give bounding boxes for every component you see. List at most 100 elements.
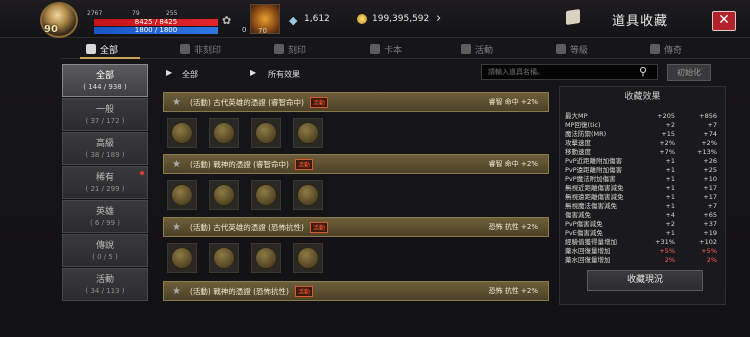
coin-item-icon: [213, 247, 235, 269]
effect-row: 無視魔法傷害減免 +1 +7: [565, 202, 725, 211]
book-icon: [566, 9, 580, 25]
star-icon[interactable]: ★: [172, 222, 184, 233]
effect-name: PvE傷害減免: [565, 229, 603, 237]
item-slot[interactable]: [293, 118, 323, 148]
hp-bar: 8425 / 8425: [94, 19, 218, 26]
effect-row: PvP傷害減免 +2 +37: [565, 220, 725, 229]
effect-name: 最大MP: [565, 112, 588, 120]
tab-underline: [80, 57, 140, 59]
search-icon[interactable]: ⚲: [639, 65, 647, 78]
potion-count: 0: [242, 26, 247, 34]
tab-event[interactable]: 活動: [461, 41, 493, 57]
effect-value-current: +1: [665, 229, 675, 237]
item-slot[interactable]: [251, 118, 281, 148]
collection-status-button[interactable]: 收藏現況: [587, 270, 703, 291]
category-hero[interactable]: 英雄( 6 / 99 ): [62, 200, 148, 233]
effect-row: 無視近距離傷害減免 +1 +17: [565, 184, 725, 193]
item-slot[interactable]: [293, 243, 323, 273]
effect-value-current: +5%: [659, 247, 675, 255]
effect-value-current: +15: [661, 130, 675, 138]
filter-type-dropdown[interactable]: 全部: [182, 69, 198, 80]
level-icon: [556, 44, 566, 54]
effect-row: 無視遠距離傷害減免 +1 +17: [565, 193, 725, 202]
effect-value-current: +1: [665, 193, 675, 201]
item-slots: [167, 175, 323, 215]
tab-level[interactable]: 等級: [556, 41, 588, 57]
coin-item-icon: [297, 247, 319, 269]
effect-value-current: +205: [657, 112, 675, 120]
item-slot[interactable]: [209, 243, 239, 273]
effect-row: 經驗值獲得量增加 +31% +102: [565, 238, 725, 247]
collection-icon: [86, 44, 96, 54]
collection-group-header[interactable]: ★ (活動) 戰神的憑證 (睿智命中) 活動 睿智 命中 +2%: [163, 154, 549, 174]
gear-icon[interactable]: ✿: [222, 14, 231, 27]
tab-legend[interactable]: 傳奇: [650, 41, 682, 57]
effect-name: 無視近距離傷害減免: [565, 184, 624, 192]
coin-item-icon: [171, 184, 193, 206]
tab-non-engraved[interactable]: 非刻印: [180, 41, 221, 57]
effect-value-current: +31%: [655, 238, 675, 246]
filter-effect-dropdown[interactable]: 所有效果: [268, 69, 300, 80]
star-icon[interactable]: ★: [172, 97, 184, 108]
collection-group-header[interactable]: ★ (活動) 戰神的憑證 (恐怖抗性) 活動 恐怖 抗性 +2%: [163, 281, 549, 301]
effect-row: PvP魔法附加傷害 +1 +10: [565, 175, 725, 184]
category-rare[interactable]: 稀有( 21 / 299 ): [62, 166, 148, 199]
stat-3: 255: [166, 10, 178, 17]
effect-name: PvP近距離附加傷害: [565, 157, 623, 165]
effect-name: MP回復(tic): [565, 121, 601, 129]
effect-name: 攻擊速度: [565, 139, 591, 147]
player-level: 90: [44, 24, 58, 35]
item-slot[interactable]: [167, 243, 197, 273]
item-slot[interactable]: [293, 180, 323, 210]
collection-list[interactable]: ★ (活動) 古代英雄的憑證 (睿智命中) 活動 睿智 命中 +2% ★ (活動) 戰神…: [163, 88, 558, 337]
star-icon[interactable]: ★: [172, 286, 184, 297]
item-slot[interactable]: [209, 180, 239, 210]
item-slot[interactable]: [209, 118, 239, 148]
item-slots: [167, 238, 323, 278]
collection-group-header[interactable]: ★ (活動) 古代英雄的憑證 (睿智命中) 活動 睿智 命中 +2%: [163, 92, 549, 112]
tab-engraved[interactable]: 刻印: [274, 41, 306, 57]
effect-value-max: +7: [707, 202, 717, 210]
category-legendary[interactable]: 傳說( 0 / 5 ): [62, 234, 148, 267]
item-slot[interactable]: [167, 118, 197, 148]
effect-row: 移動速度 +7% +13%: [565, 148, 725, 157]
shield-icon: [274, 44, 284, 54]
chevron-right-icon[interactable]: ›: [436, 11, 441, 26]
category-normal[interactable]: 一般( 37 / 172 ): [62, 98, 148, 131]
category-event[interactable]: 活動( 34 / 113 ): [62, 268, 148, 301]
category-all[interactable]: 全部( 144 / 938 ): [62, 64, 148, 97]
app-window: 90 2767 79 255 8425 / 8425 1800 / 1800 ✿…: [0, 0, 750, 337]
notification-dot: [140, 171, 144, 175]
coin-item-icon: [213, 184, 235, 206]
mp-bar: 1800 / 1800: [94, 27, 218, 34]
close-button[interactable]: ✕: [712, 11, 736, 31]
effect-value-current: +2%: [659, 139, 675, 147]
item-slots: [167, 113, 323, 153]
effect-value-max: +26: [703, 157, 717, 165]
category-advanced[interactable]: 高級( 38 / 189 ): [62, 132, 148, 165]
search-input[interactable]: [481, 64, 658, 80]
item-slot[interactable]: [167, 180, 197, 210]
effect-value-max: +10: [703, 175, 717, 183]
tab-bar: [60, 39, 750, 59]
diamond-amount: 1,612: [304, 14, 330, 24]
effect-value-max: +5%: [701, 247, 717, 255]
tab-card[interactable]: 卡本: [370, 41, 402, 57]
effect-value-current: +7%: [659, 148, 675, 156]
star-icon[interactable]: ★: [172, 159, 184, 170]
effect-value-max: +856: [699, 112, 717, 120]
reset-button[interactable]: 初始化: [667, 64, 711, 81]
effect-name: 魔法防禦(MR): [565, 130, 607, 138]
item-slot[interactable]: [251, 180, 281, 210]
item-slot[interactable]: [251, 243, 281, 273]
effect-name: 藥水回復量增加: [565, 247, 611, 255]
effect-row: 攻擊速度 +2% +2%: [565, 139, 725, 148]
collection-group-header[interactable]: ★ (活動) 古代英雄的憑證 (恐怖抗性) 活動 恐怖 抗性 +2%: [163, 217, 549, 237]
gift-icon: [461, 44, 471, 54]
coin-item-icon: [171, 122, 193, 144]
stat-2: 79: [132, 10, 140, 17]
effect-value-max: +7: [707, 121, 717, 129]
coin-item-icon: [297, 122, 319, 144]
tab-all[interactable]: 全部: [86, 41, 118, 57]
effects-panel-title: 收藏效果: [624, 92, 661, 102]
